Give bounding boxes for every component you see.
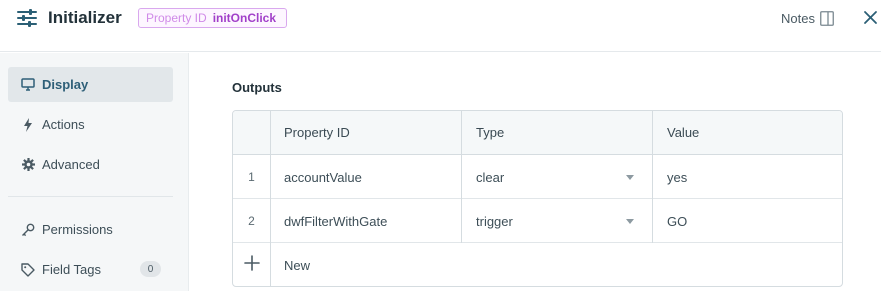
close-icon[interactable] xyxy=(863,10,878,25)
column-header-value[interactable]: Value xyxy=(667,125,699,140)
type-select[interactable]: clear xyxy=(476,170,504,185)
sidebar-item-label: Display xyxy=(42,77,89,92)
new-row[interactable]: New xyxy=(233,243,842,286)
chevron-down-icon[interactable] xyxy=(626,219,634,224)
value-cell[interactable]: GO xyxy=(667,214,687,229)
sidebar-divider xyxy=(8,196,173,197)
sidebar-item-permissions[interactable]: Permissions xyxy=(8,212,173,247)
chevron-down-icon[interactable] xyxy=(626,175,634,180)
sidebar-item-label: Permissions xyxy=(42,222,113,237)
sidebar-item-label: Advanced xyxy=(42,157,100,172)
header: Initializer Property ID initOnClick Note… xyxy=(0,0,881,52)
column-divider xyxy=(461,111,462,243)
outputs-table: Property ID Type Value 1 accountValue cl… xyxy=(232,110,843,287)
property-id-label: Property ID xyxy=(146,11,207,25)
sidebar-item-actions[interactable]: Actions xyxy=(8,107,173,142)
table-row: 1 accountValue clear yes xyxy=(233,155,842,199)
sidebar-item-label: Actions xyxy=(42,117,85,132)
table-header: Property ID Type Value xyxy=(233,111,842,155)
page-title: Initializer xyxy=(48,8,122,27)
outputs-heading: Outputs xyxy=(232,80,282,95)
type-select[interactable]: trigger xyxy=(476,214,513,229)
plus-icon[interactable] xyxy=(243,254,261,272)
property-id-value: initOnClick xyxy=(212,11,277,25)
row-number: 2 xyxy=(248,214,255,228)
sliders-icon xyxy=(17,9,37,27)
property-id-cell[interactable]: dwfFilterWithGate xyxy=(284,214,387,229)
sidebar-item-label: Field Tags xyxy=(42,262,102,277)
property-id-badge: Property ID initOnClick xyxy=(138,8,287,28)
value-cell[interactable]: yes xyxy=(667,170,687,185)
notes-button[interactable]: Notes xyxy=(781,11,815,26)
column-header-property-id[interactable]: Property ID xyxy=(284,125,350,140)
panel-toggle-icon[interactable] xyxy=(820,11,834,26)
sidebar-item-advanced[interactable]: Advanced xyxy=(8,147,173,182)
monitor-icon xyxy=(21,78,35,92)
new-row-label[interactable]: New xyxy=(284,258,310,273)
tag-icon xyxy=(21,262,35,277)
field-tags-count-badge: 0 xyxy=(140,261,161,277)
column-header-type[interactable]: Type xyxy=(476,125,504,140)
key-icon xyxy=(21,223,35,237)
sidebar-item-field-tags[interactable]: Field Tags 0 xyxy=(8,252,173,287)
column-divider xyxy=(652,111,653,243)
row-number: 1 xyxy=(248,170,255,184)
bolt-icon xyxy=(21,117,35,132)
sidebar-item-display[interactable]: Display xyxy=(8,67,173,102)
sidebar: Display Actions Advanced Permissions Fie… xyxy=(0,53,189,291)
gear-icon xyxy=(21,158,35,172)
table-row: 2 dwfFilterWithGate trigger GO xyxy=(233,199,842,243)
property-id-cell[interactable]: accountValue xyxy=(284,170,362,185)
column-divider xyxy=(270,111,271,286)
